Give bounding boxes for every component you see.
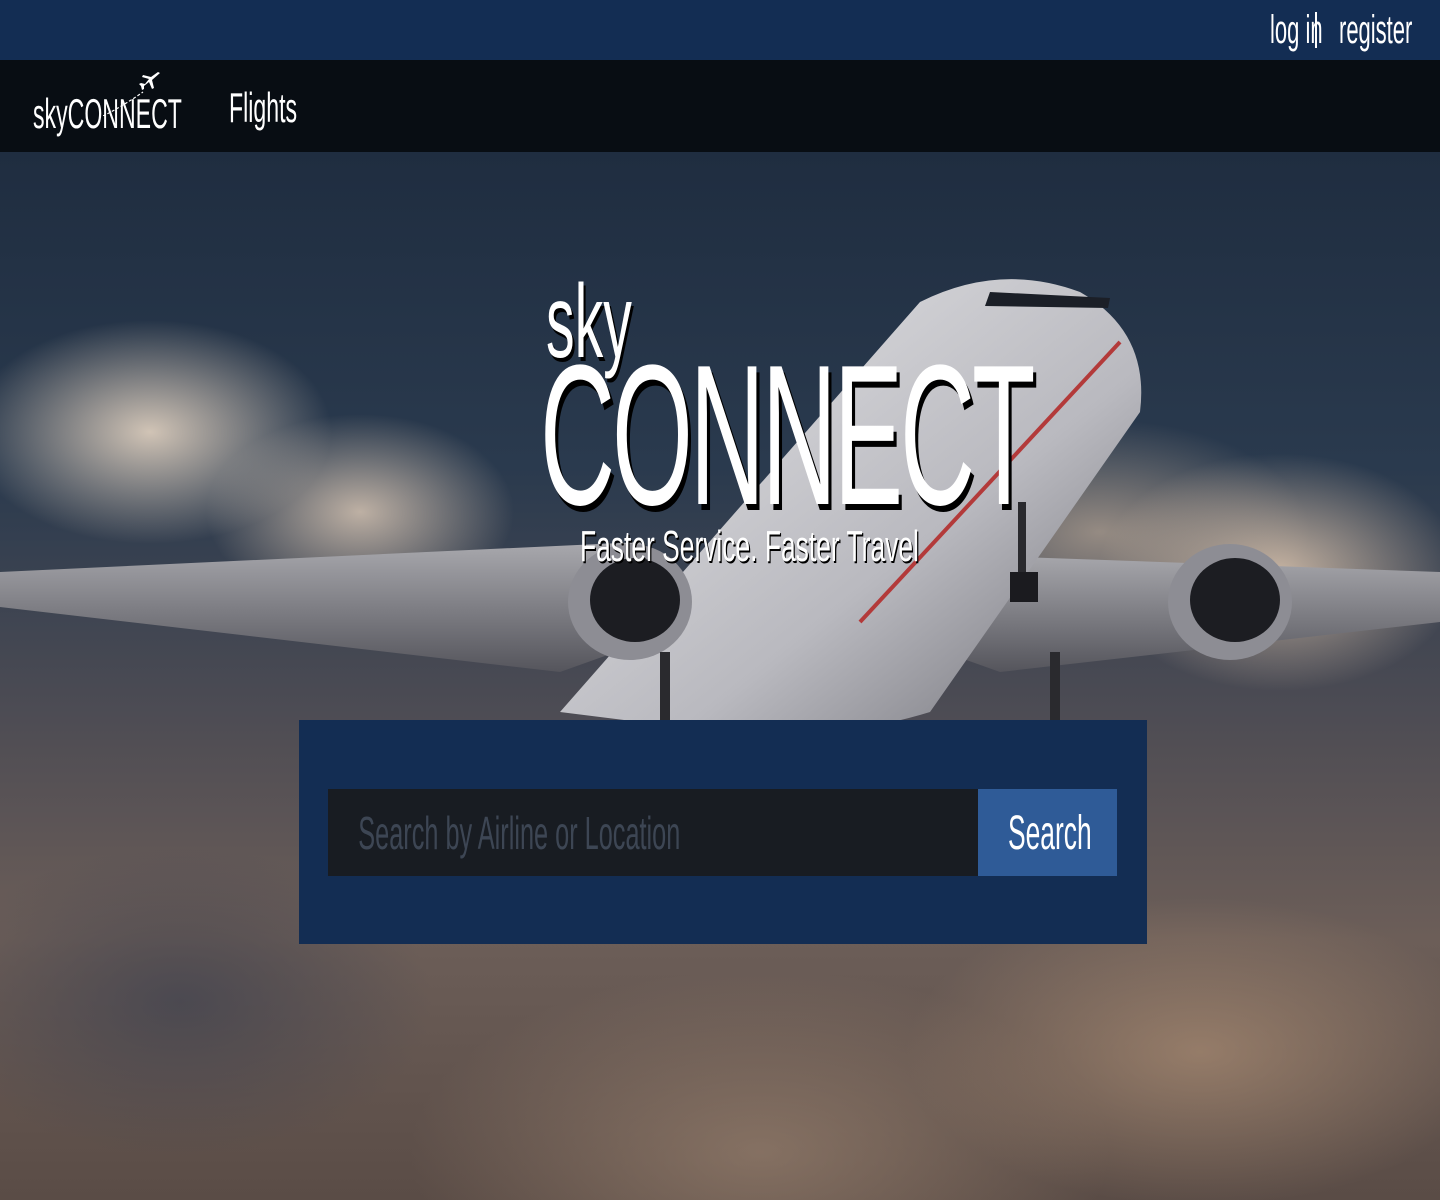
auth-links: log in register: [1227, 0, 1412, 60]
search-panel: Search: [299, 720, 1147, 944]
search-input[interactable]: [328, 789, 977, 876]
hero-section: sky CONNECT Faster Service. Faster Trave…: [0, 152, 1440, 1200]
search-button-label: Search: [1008, 807, 1092, 860]
hero-title-connect: CONNECT: [540, 324, 1035, 547]
airplane-icon: [139, 72, 160, 90]
login-link[interactable]: log in: [1270, 8, 1323, 53]
site-logo[interactable]: skyCONNECT: [33, 72, 182, 142]
top-utility-bar: log in register: [0, 0, 1440, 60]
hero-tagline: Faster Service. Faster Travel: [580, 522, 919, 571]
main-navbar: skyCONNECT Flights: [0, 60, 1440, 152]
search-button[interactable]: Search: [978, 789, 1117, 876]
nav-link-flights[interactable]: Flights: [229, 84, 297, 132]
contrail-icon: [103, 91, 144, 116]
search-input-container[interactable]: [328, 789, 979, 876]
register-link[interactable]: register: [1339, 8, 1412, 53]
